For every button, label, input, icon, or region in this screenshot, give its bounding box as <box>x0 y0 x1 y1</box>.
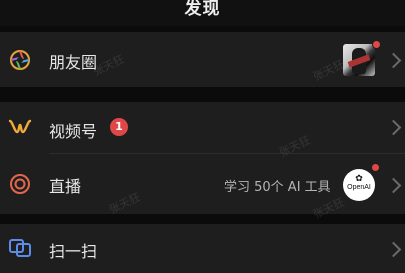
section-separator <box>0 214 405 224</box>
moments-aperture-icon <box>10 50 30 70</box>
live-promo-text: 学习 50个 AI 工具 <box>224 180 331 195</box>
chevron-right-icon <box>385 177 402 194</box>
moments-label: 朋友圈 <box>49 53 98 72</box>
openai-logo: ✿ OpenAI <box>343 169 375 201</box>
channels-label: 视频号 <box>49 122 98 141</box>
channels-row[interactable]: 视频号 1 <box>0 102 405 154</box>
chevron-right-icon <box>385 241 402 258</box>
page-title: 发现 <box>184 0 221 19</box>
scan-icon <box>9 239 31 257</box>
moments-row[interactable]: 朋友圈 <box>0 32 405 87</box>
moments-thumbnail <box>343 44 375 76</box>
live-icon <box>10 174 30 194</box>
live-label: 直播 <box>49 177 82 196</box>
channels-icon <box>8 119 32 134</box>
scan-label: 扫一扫 <box>49 242 98 261</box>
scan-row[interactable]: 扫一扫 <box>0 224 405 273</box>
chevron-right-icon <box>385 52 402 69</box>
section-separator <box>0 87 405 102</box>
openai-knot-icon: ✿ <box>355 173 363 183</box>
chevron-right-icon <box>385 119 402 136</box>
moments-red-dot <box>372 40 381 49</box>
top-bar: 发现 <box>0 0 405 26</box>
channels-badge: 1 <box>110 118 128 136</box>
live-red-dot <box>371 163 380 172</box>
